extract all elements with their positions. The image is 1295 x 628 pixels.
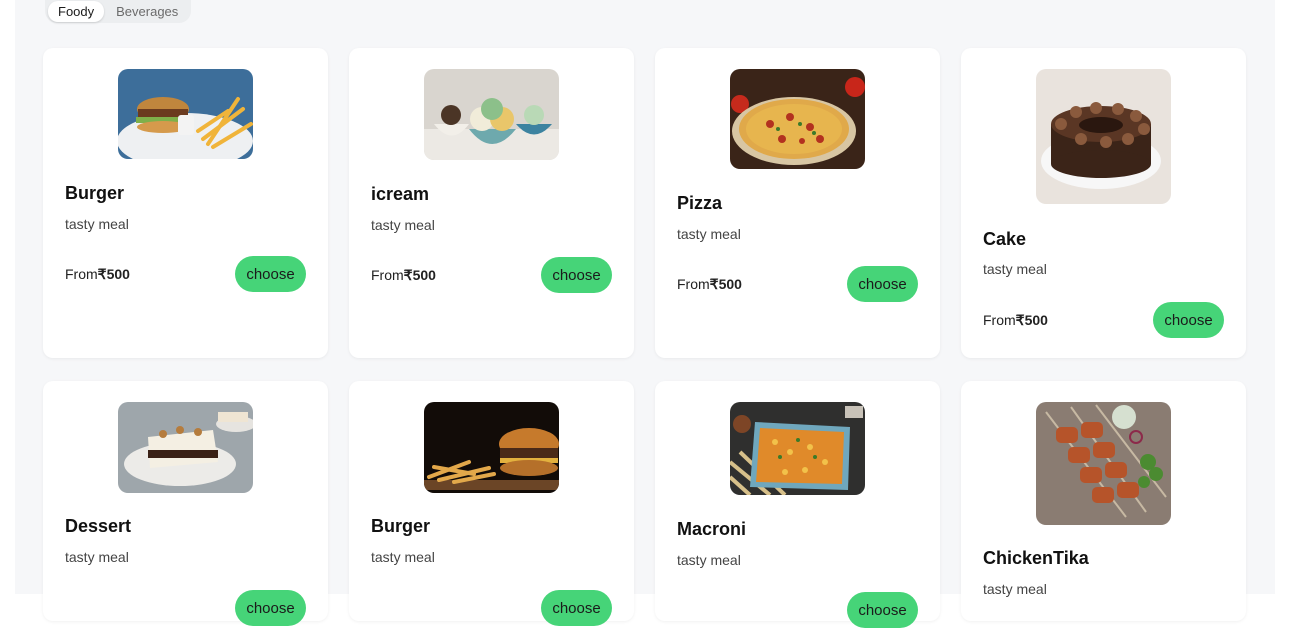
choose-button[interactable]: choose bbox=[235, 256, 306, 292]
item-title: icream bbox=[371, 184, 430, 204]
item-subtitle: tasty meal bbox=[983, 261, 1047, 277]
item-price: From₹500 bbox=[677, 276, 742, 292]
category-tabs: Foody Beverages bbox=[45, 0, 192, 23]
item-price: From₹500 bbox=[371, 267, 436, 283]
item-subtitle: tasty meal bbox=[983, 581, 1047, 597]
food-card: Burger tasty meal choose bbox=[349, 381, 634, 626]
item-subtitle: tasty meal bbox=[371, 549, 435, 565]
burger-fries-photo bbox=[118, 69, 253, 159]
food-card: Pizza tasty meal From₹500 choose bbox=[655, 48, 940, 358]
choose-button[interactable]: choose bbox=[847, 592, 918, 628]
food-card: Cake tasty meal From₹500 choose bbox=[961, 48, 1246, 358]
item-title: Cake bbox=[983, 229, 1027, 249]
food-card: Macroni tasty meal choose bbox=[655, 381, 940, 628]
item-title: Burger bbox=[371, 516, 431, 536]
item-title: Macroni bbox=[677, 519, 747, 539]
item-title: Dessert bbox=[65, 516, 132, 536]
item-price: From₹500 bbox=[983, 312, 1048, 328]
choose-button[interactable]: choose bbox=[541, 257, 612, 293]
food-card: Dessert tasty meal choose bbox=[43, 381, 328, 626]
chocolate-cake-photo bbox=[1036, 69, 1171, 204]
item-title: ChickenTika bbox=[983, 548, 1089, 568]
pizza-photo bbox=[730, 69, 865, 169]
food-card: icream tasty meal From₹500 choose bbox=[349, 48, 634, 358]
food-card: ChickenTika tasty meal bbox=[961, 381, 1246, 621]
choose-button[interactable]: choose bbox=[1153, 302, 1224, 338]
item-subtitle: tasty meal bbox=[677, 226, 741, 242]
choose-button[interactable]: choose bbox=[541, 590, 612, 626]
item-subtitle: tasty meal bbox=[371, 217, 435, 233]
item-subtitle: tasty meal bbox=[65, 549, 129, 565]
item-title: Burger bbox=[65, 183, 125, 203]
tab-foody[interactable]: Foody bbox=[48, 1, 105, 22]
item-subtitle: tasty meal bbox=[677, 552, 741, 568]
item-title: Pizza bbox=[677, 193, 723, 213]
icecream-bowls-photo bbox=[424, 69, 559, 160]
food-card: Burger tasty meal From₹500 choose bbox=[43, 48, 328, 358]
item-subtitle: tasty meal bbox=[65, 216, 129, 232]
item-price: From₹500 bbox=[65, 266, 130, 282]
chicken-tikka-photo bbox=[1036, 402, 1171, 525]
macaroni-tray-photo bbox=[730, 402, 865, 495]
dessert-slice-photo bbox=[118, 402, 253, 493]
choose-button[interactable]: choose bbox=[847, 266, 918, 302]
tab-beverages[interactable]: Beverages bbox=[106, 1, 188, 22]
burger-dark-photo bbox=[424, 402, 559, 493]
choose-button[interactable]: choose bbox=[235, 590, 306, 626]
